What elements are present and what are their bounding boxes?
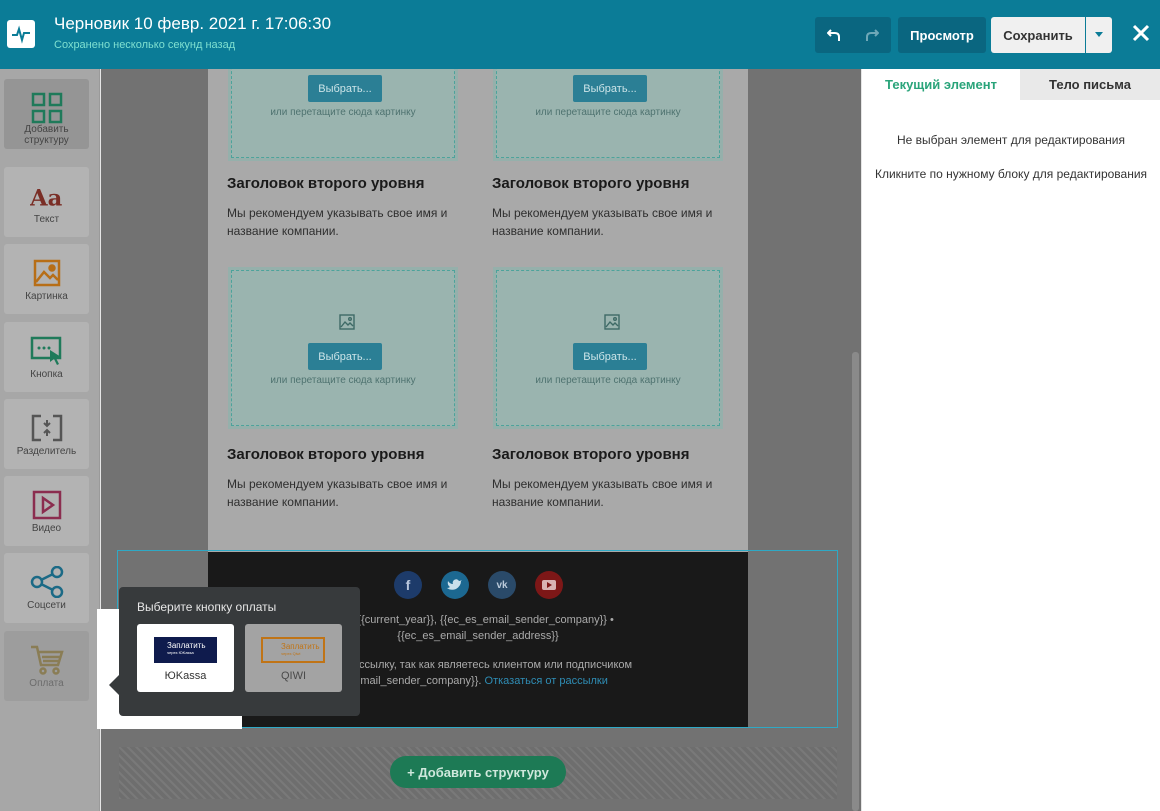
column-paragraph[interactable]: Мы рекомендуем указывать свое имя и назв… [227,475,467,511]
video-icon [30,488,64,522]
image-dropzone[interactable]: Выбрать... или перетащите сюда картинку [496,270,720,426]
tab-current-element[interactable]: Текущий элемент [862,69,1020,100]
popover-title: Выберите кнопку оплаты [137,600,277,614]
image-icon [30,256,64,290]
tool-label: Соцсети [27,600,66,611]
image-dropzone[interactable]: Выбрать... или перетащите сюда картинку [231,69,455,158]
tool-text[interactable]: Aa Текст [4,167,89,237]
tool-add-structure[interactable]: Добавить структуру [4,79,89,149]
tools-sidebar: Добавить структуру Aa Текст Картинка Кно… [0,69,100,811]
share-icon [30,565,64,599]
undo-icon [827,29,840,41]
add-structure-area: + Добавить структуру [119,747,837,799]
payment-popover: Выберите кнопку оплаты Заплатить через Ю… [119,587,360,716]
button-cursor-icon [30,334,64,368]
no-selection-text: Не выбран элемент для редактирования [896,133,1126,147]
choose-image-button[interactable]: Выбрать... [308,75,382,102]
image-placeholder[interactable]: Выбрать... или перетащите сюда картинку [493,69,723,161]
qiwi-pay-button: Заплатить через Qiwi [261,637,325,663]
popover-arrow [109,675,119,695]
save-button[interactable]: Сохранить [991,17,1085,53]
tool-label: Картинка [25,291,68,302]
column-heading[interactable]: Заголовок второго уровня [492,175,689,192]
tool-label: Добавить структуру [24,124,69,146]
drop-hint: или перетащите сюда картинку [535,107,681,118]
column-paragraph[interactable]: Мы рекомендуем указывать свое имя и назв… [492,204,732,240]
paragraph-line: Мы рекомендуем указывать свое имя и [492,206,713,220]
undo-button[interactable] [815,17,853,53]
top-bar: Черновик 10 февр. 2021 г. 17:06:30 Сохра… [0,0,1160,69]
paragraph-line: название компании. [492,495,604,509]
choose-image-button[interactable]: Выбрать... [308,343,382,370]
pay-button-text: Заплатить [281,642,320,651]
image-icon [339,314,355,330]
tool-label: Оплата [29,678,64,689]
preview-button[interactable]: Просмотр [898,17,986,53]
tool-label: Кнопка [30,369,63,380]
paragraph-line: Мы рекомендуем указывать свое имя и [492,477,713,491]
close-button[interactable] [1128,20,1154,46]
image-placeholder[interactable]: Выбрать... или перетащите сюда картинку [493,267,723,429]
canvas-scrollbar[interactable] [852,352,859,811]
image-dropzone[interactable]: Выбрать... или перетащите сюда картинку [496,69,720,158]
column-heading[interactable]: Заголовок второго уровня [227,175,424,192]
tool-label: Разделитель [16,446,77,457]
paragraph-line: название компании. [227,495,339,509]
column-paragraph[interactable]: Мы рекомендуем указывать свое имя и назв… [492,475,732,511]
pay-button-text: Заплатить [167,641,206,650]
payment-option-label: QIWI [280,670,307,682]
tool-divider[interactable]: Разделитель [4,399,89,469]
edit-hint-text: Кликните по нужному блоку для редактиров… [874,167,1148,181]
choose-image-button[interactable]: Выбрать... [573,75,647,102]
image-dropzone[interactable]: Выбрать... или перетащите сюда картинку [231,270,455,426]
save-status: Сохранено несколько секунд назад [54,39,236,51]
column-paragraph[interactable]: Мы рекомендуем указывать свое имя и назв… [227,204,467,240]
email-body: Выбрать... или перетащите сюда картинку … [208,69,748,552]
tool-video[interactable]: Видео [4,476,89,546]
text-icon: Aa [30,179,64,213]
redo-button[interactable] [853,17,891,53]
payment-option-qiwi[interactable]: Заплатить через Qiwi QIWI [245,624,342,692]
drop-hint: или перетащите сюда картинку [270,375,416,386]
grid-icon [30,91,64,125]
paragraph-line: название компании. [227,224,339,238]
caret-down-icon [1095,32,1103,37]
draft-title: Черновик 10 февр. 2021 г. 17:06:30 [54,14,332,33]
tool-button[interactable]: Кнопка [4,322,89,392]
tool-image[interactable]: Картинка [4,244,89,314]
cart-icon [30,643,64,677]
image-icon [604,314,620,330]
paragraph-line: Мы рекомендуем указывать свое имя и [227,477,448,491]
tool-social[interactable]: Соцсети [4,553,89,623]
redo-icon [866,29,879,41]
tool-payment[interactable]: Оплата [4,631,89,701]
pay-button-sub: через ЮKassa [167,650,194,655]
tool-label: Текст [33,214,60,225]
drop-hint: или перетащите сюда картинку [270,107,416,118]
app-logo[interactable] [7,20,35,48]
pay-button-sub: через Qiwi [281,651,301,656]
payment-option-label: ЮKassa [164,670,207,682]
paragraph-line: название компании. [492,224,604,238]
column-heading[interactable]: Заголовок второго уровня [492,446,689,463]
yookassa-pay-button: Заплатить через ЮKassa [154,637,217,663]
drop-hint: или перетащите сюда картинку [535,375,681,386]
add-structure-button[interactable]: + Добавить структуру [390,756,566,788]
image-placeholder[interactable]: Выбрать... или перетащите сюда картинку [228,69,458,161]
tab-email-body[interactable]: Тело письма [1020,69,1160,100]
choose-image-button[interactable]: Выбрать... [573,343,647,370]
image-placeholder[interactable]: Выбрать... или перетащите сюда картинку [228,267,458,429]
close-icon [1132,24,1150,42]
tool-label: Видео [31,523,62,534]
save-options-button[interactable] [1086,17,1112,53]
column-heading[interactable]: Заголовок второго уровня [227,446,424,463]
payment-option-yookassa[interactable]: Заплатить через ЮKassa ЮKassa [137,624,234,692]
properties-panel: Текущий элемент Тело письма Не выбран эл… [862,69,1160,811]
pulse-icon [12,25,30,44]
svg-text:Aa: Aa [30,185,63,210]
divider-icon [30,411,64,445]
paragraph-line: Мы рекомендуем указывать свое имя и [227,206,448,220]
